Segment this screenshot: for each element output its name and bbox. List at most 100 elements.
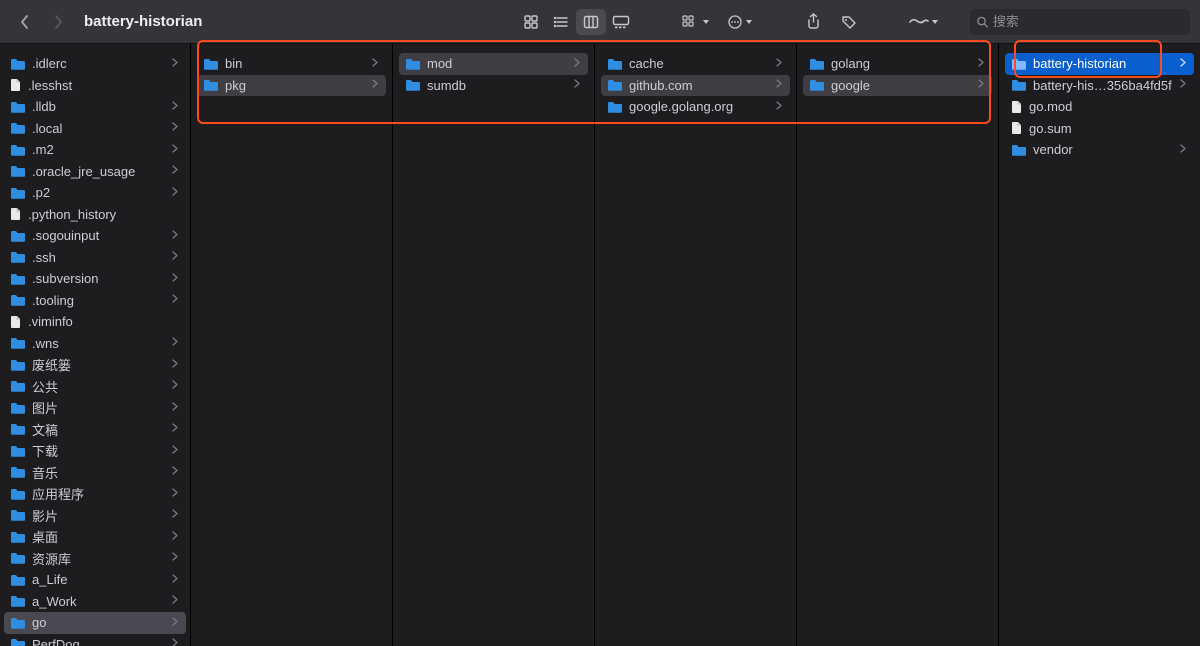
item-label: .python_history (28, 207, 178, 222)
chevron-right-icon (776, 58, 782, 70)
list-item[interactable]: .p2 (4, 182, 186, 204)
item-label: mod (427, 56, 568, 71)
item-label: .subversion (32, 271, 166, 286)
list-item[interactable]: go.mod (1005, 96, 1194, 118)
search-icon (976, 15, 989, 29)
chevron-right-icon (1180, 58, 1186, 70)
window-title: battery-historian (84, 13, 202, 30)
chevron-right-icon (172, 552, 178, 564)
folder-icon (1011, 144, 1027, 156)
list-item[interactable]: .m2 (4, 139, 186, 161)
item-label: 废纸篓 (32, 355, 166, 374)
list-item[interactable]: .local (4, 118, 186, 140)
column-3[interactable]: cache github.com google.golang.org (595, 44, 797, 646)
list-item[interactable]: .tooling (4, 290, 186, 312)
item-label: a_Life (32, 572, 166, 587)
list-item[interactable]: 音乐 (4, 462, 186, 484)
list-item[interactable]: .ssh (4, 247, 186, 269)
folder-icon (405, 58, 421, 70)
item-label: .m2 (32, 142, 166, 157)
chevron-right-icon (172, 380, 178, 392)
list-item[interactable]: mod (399, 53, 588, 75)
view-gallery-button[interactable] (606, 9, 636, 35)
item-label: 下载 (32, 441, 166, 460)
list-item[interactable]: 图片 (4, 397, 186, 419)
list-item[interactable]: 影片 (4, 505, 186, 527)
chevron-right-icon (172, 187, 178, 199)
folder-icon (10, 58, 26, 70)
list-item[interactable]: .oracle_jre_usage (4, 161, 186, 183)
search-field[interactable] (970, 9, 1190, 35)
item-label: 音乐 (32, 463, 166, 482)
list-item[interactable]: a_Life (4, 569, 186, 591)
view-columns-button[interactable] (576, 9, 606, 35)
folder-icon (10, 445, 26, 457)
list-item[interactable]: a_Work (4, 591, 186, 613)
chevron-right-icon (172, 294, 178, 306)
view-list-button[interactable] (546, 9, 576, 35)
list-item[interactable]: battery-historian (1005, 53, 1194, 75)
list-item[interactable]: PerfDog (4, 634, 186, 646)
item-label: 资源库 (32, 549, 166, 568)
item-label: 影片 (32, 506, 166, 525)
item-label: .tooling (32, 293, 166, 308)
group-by-button[interactable] (676, 9, 714, 35)
column-5[interactable]: battery-historianbattery-his…356ba4fd5fg… (999, 44, 1200, 646)
folder-icon (203, 79, 219, 91)
list-item[interactable]: sumdb (399, 75, 588, 97)
column-1[interactable]: bin pkg (191, 44, 393, 646)
toolbar: battery-historian (0, 0, 1200, 44)
item-label: 文稿 (32, 420, 166, 439)
list-item[interactable]: bin (197, 53, 386, 75)
list-item[interactable]: 桌面 (4, 526, 186, 548)
search-input[interactable] (993, 14, 1184, 29)
folder-icon (1011, 58, 1027, 70)
list-item[interactable]: google.golang.org (601, 96, 790, 118)
list-item[interactable]: .subversion (4, 268, 186, 290)
list-item[interactable]: pkg (197, 75, 386, 97)
chevron-right-icon (776, 101, 782, 113)
chevron-right-icon (172, 509, 178, 521)
list-item[interactable]: vendor (1005, 139, 1194, 161)
chevron-right-icon (172, 273, 178, 285)
list-item[interactable]: 公共 (4, 376, 186, 398)
chevron-right-icon (172, 488, 178, 500)
column-2[interactable]: mod sumdb (393, 44, 595, 646)
list-item[interactable]: golang (803, 53, 992, 75)
action-menu-button[interactable] (720, 9, 758, 35)
item-label: github.com (629, 78, 770, 93)
list-item[interactable]: go (4, 612, 186, 634)
list-item[interactable]: 下载 (4, 440, 186, 462)
column-4[interactable]: golanggoogle (797, 44, 999, 646)
list-item[interactable]: github.com (601, 75, 790, 97)
chevron-right-icon (172, 337, 178, 349)
share-button[interactable] (798, 9, 828, 35)
list-item[interactable]: go.sum (1005, 118, 1194, 140)
folder-icon (10, 251, 26, 263)
chevron-right-icon (172, 165, 178, 177)
list-item[interactable]: 废纸篓 (4, 354, 186, 376)
tags-button[interactable] (834, 9, 864, 35)
list-item[interactable]: .sogouinput (4, 225, 186, 247)
list-item[interactable]: 资源库 (4, 548, 186, 570)
list-item[interactable]: 文稿 (4, 419, 186, 441)
folder-icon (10, 574, 26, 586)
list-item[interactable]: battery-his…356ba4fd5f (1005, 75, 1194, 97)
item-label: pkg (225, 78, 366, 93)
nav-forward-button[interactable] (44, 8, 72, 36)
list-item[interactable]: cache (601, 53, 790, 75)
chevron-right-icon (172, 466, 178, 478)
dropbox-button[interactable] (904, 9, 942, 35)
list-item[interactable]: .wns (4, 333, 186, 355)
list-item[interactable]: google (803, 75, 992, 97)
folder-icon (10, 638, 26, 646)
list-item[interactable]: .lldb (4, 96, 186, 118)
list-item[interactable]: .viminfo (4, 311, 186, 333)
view-icons-button[interactable] (516, 9, 546, 35)
nav-back-button[interactable] (10, 8, 38, 36)
list-item[interactable]: 应用程序 (4, 483, 186, 505)
list-item[interactable]: .lesshst (4, 75, 186, 97)
list-item[interactable]: .idlerc (4, 53, 186, 75)
column-0[interactable]: .idlerc.lesshst.lldb.local .m2 .oracle_jre… (0, 44, 191, 646)
list-item[interactable]: .python_history (4, 204, 186, 226)
